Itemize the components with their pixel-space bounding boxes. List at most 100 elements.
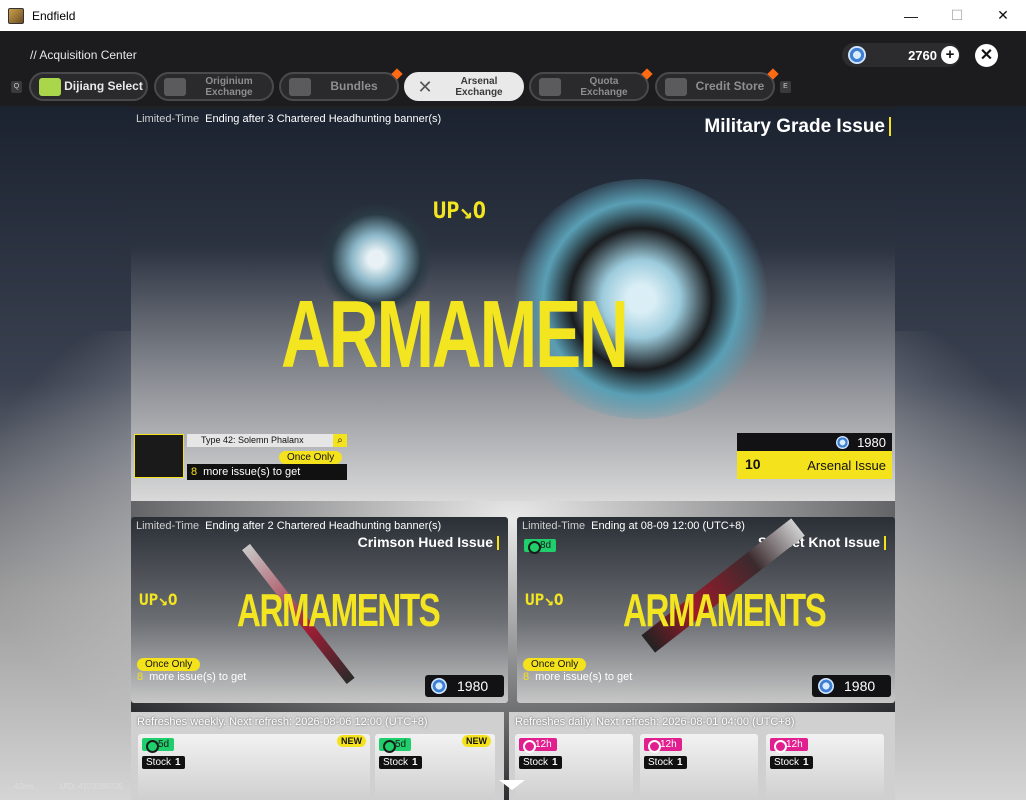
currency-amount: 2760 [908, 47, 937, 63]
price-panel[interactable]: 1980 10 Arsenal Issue [737, 433, 892, 479]
tab-originium-exchange[interactable]: Originium Exchange [154, 72, 274, 101]
breadcrumb: // Acquisition Center [30, 48, 137, 62]
store-tabs: Q Dijiang Select Originium Exchange Bund… [0, 68, 1026, 101]
tab-quota-exchange[interactable]: Quota Exchange [529, 68, 653, 101]
price-button[interactable]: 1980 [812, 675, 891, 697]
weapon-name-bar[interactable]: Type 42: Solemn Phalanx [187, 434, 347, 447]
bundle-icon [289, 77, 311, 96]
minimize-button[interactable]: — [888, 0, 934, 31]
daily-item-card[interactable]: 12h Stock 1 [766, 734, 884, 800]
upto-logo: UP↘O [525, 590, 564, 609]
armaments-headline: ARMAMENTS [623, 584, 827, 636]
price-value: 1980 [844, 678, 876, 694]
next-tab-key-hint: E [780, 81, 791, 93]
stock-label: Stock 1 [142, 756, 185, 769]
more-issues-text: 8 more issue(s) to get [137, 671, 246, 683]
arsenal-ticket-icon [818, 678, 834, 694]
title-accent-bar [497, 536, 499, 551]
tab-credit-store[interactable]: Credit Store [655, 68, 779, 101]
banner-title-text: Crimson Hued Issue [357, 534, 493, 550]
once-only-tag: Once Only [137, 658, 201, 671]
stock-count: 1 [803, 757, 809, 768]
more-issues-count: 8 [137, 671, 144, 683]
prev-tab-key-hint: Q [11, 81, 22, 93]
tab-label: Arsenal Exchange [455, 75, 503, 98]
main-banner[interactable]: Limited-Time Ending after 3 Chartered Hea… [131, 109, 895, 501]
uid-label: UID: 4103386026 [60, 782, 123, 791]
stock-label: Stock 1 [379, 756, 422, 769]
scroll-down-icon[interactable] [499, 780, 525, 790]
armaments-headline: ARMAMEN [281, 281, 629, 388]
window-titlebar: Endfield — ☐ ✕ [0, 0, 1026, 31]
issue-count: 10 [745, 456, 761, 472]
stock-text: Stock [774, 757, 800, 768]
once-only-tag: Once Only [523, 658, 587, 671]
dijiang-icon [39, 77, 61, 96]
weekly-refresh-text: Refreshes weekly. Next refresh: 2026-08-… [137, 716, 428, 728]
daily-item-card[interactable]: 12h Stock 1 [515, 734, 633, 800]
arsenal-ticket-icon [848, 46, 866, 64]
tab-label: Bundles [330, 79, 378, 93]
tab-bundles[interactable]: Bundles [279, 68, 403, 101]
stock-text: Stock [146, 757, 172, 768]
stock-text: Stock [383, 757, 409, 768]
stock-label: Stock 1 [644, 756, 687, 769]
add-currency-button[interactable]: + [941, 46, 959, 64]
ending-text: Ending after 2 Chartered Headhunting ban… [205, 520, 442, 532]
arsenal-ticket-icon [431, 678, 447, 694]
banner-title: Crimson Hued Issue [357, 534, 499, 551]
notification-dot [767, 68, 779, 80]
new-tag: NEW [337, 735, 366, 747]
game-viewport: // Acquisition Center 2760 + ✕ Q Dijiang… [0, 31, 1026, 800]
weapon-thumb[interactable] [134, 434, 184, 478]
ending-text: Ending at 08-09 12:00 (UTC+8) [591, 520, 745, 532]
stock-text: Stock [648, 757, 674, 768]
ping-indicator: 42ms [14, 782, 34, 791]
daily-refresh-text: Refreshes daily. Next refresh: 2026-08-0… [515, 716, 795, 728]
basket-icon [539, 77, 561, 96]
banner-time-limit: Limited-Time Ending after 2 Chartered Hea… [136, 520, 441, 532]
timer-badge: 12h [519, 738, 557, 753]
originium-icon [164, 77, 186, 96]
scarlet-knot-banner[interactable]: Limited-Time Ending at 08-09 12:00 (UTC+8… [517, 517, 895, 703]
more-issues-label: more issue(s) to get [203, 466, 301, 478]
timer-badge: 12h [644, 738, 682, 753]
daily-item-card[interactable]: 12h Stock 1 [640, 734, 758, 800]
more-issues-count: 8 [191, 466, 198, 478]
close-window-button[interactable]: ✕ [980, 0, 1026, 31]
new-tag: NEW [462, 735, 491, 747]
limited-time-label: Limited-Time [136, 113, 200, 125]
timer-badge: 12h [770, 738, 808, 753]
tab-dijiang-select[interactable]: Dijiang Select [29, 72, 148, 101]
weekly-item-card[interactable]: 5d NEW Stock 1 [375, 734, 495, 800]
credit-icon [665, 77, 687, 96]
search-icon[interactable]: ⌕ [333, 434, 347, 447]
arsenal-issue-button[interactable]: 10 Arsenal Issue [737, 451, 892, 479]
maximize-button[interactable]: ☐ [934, 0, 980, 31]
window-title: Endfield [32, 8, 76, 23]
app-icon [8, 7, 24, 24]
price-button[interactable]: 1980 [425, 675, 504, 697]
stock-count: 1 [552, 757, 558, 768]
arsenal-ticket-icon [836, 435, 850, 449]
crimson-hued-banner[interactable]: Limited-Time Ending after 2 Chartered Hea… [131, 517, 508, 703]
more-issues-count: 8 [523, 671, 530, 683]
more-issues-label: more issue(s) to get [535, 671, 633, 683]
more-issues-text: 8 more issue(s) to get [191, 466, 300, 478]
close-store-button[interactable]: ✕ [975, 44, 998, 67]
tab-arsenal-exchange[interactable]: ✕ Arsenal Exchange [404, 72, 524, 101]
stock-count: 1 [412, 757, 418, 768]
price-row: 1980 [737, 433, 892, 451]
limited-time-label: Limited-Time [522, 520, 586, 532]
tab-label: Quota Exchange [580, 75, 628, 98]
stock-count: 1 [677, 757, 683, 768]
title-accent-bar [884, 536, 886, 551]
timer-badge: 5d [379, 738, 412, 753]
banner-title: Military Grade Issue [704, 116, 891, 138]
crossed-blades-icon: ✕ [417, 76, 433, 97]
upto-logo: UP↘O [139, 590, 178, 609]
weekly-item-card[interactable]: 5d NEW Stock 1 [138, 734, 370, 800]
weapon-name: Type 42: Solemn Phalanx [201, 435, 304, 445]
notification-dot [391, 68, 403, 80]
price-value: 1980 [457, 678, 489, 694]
